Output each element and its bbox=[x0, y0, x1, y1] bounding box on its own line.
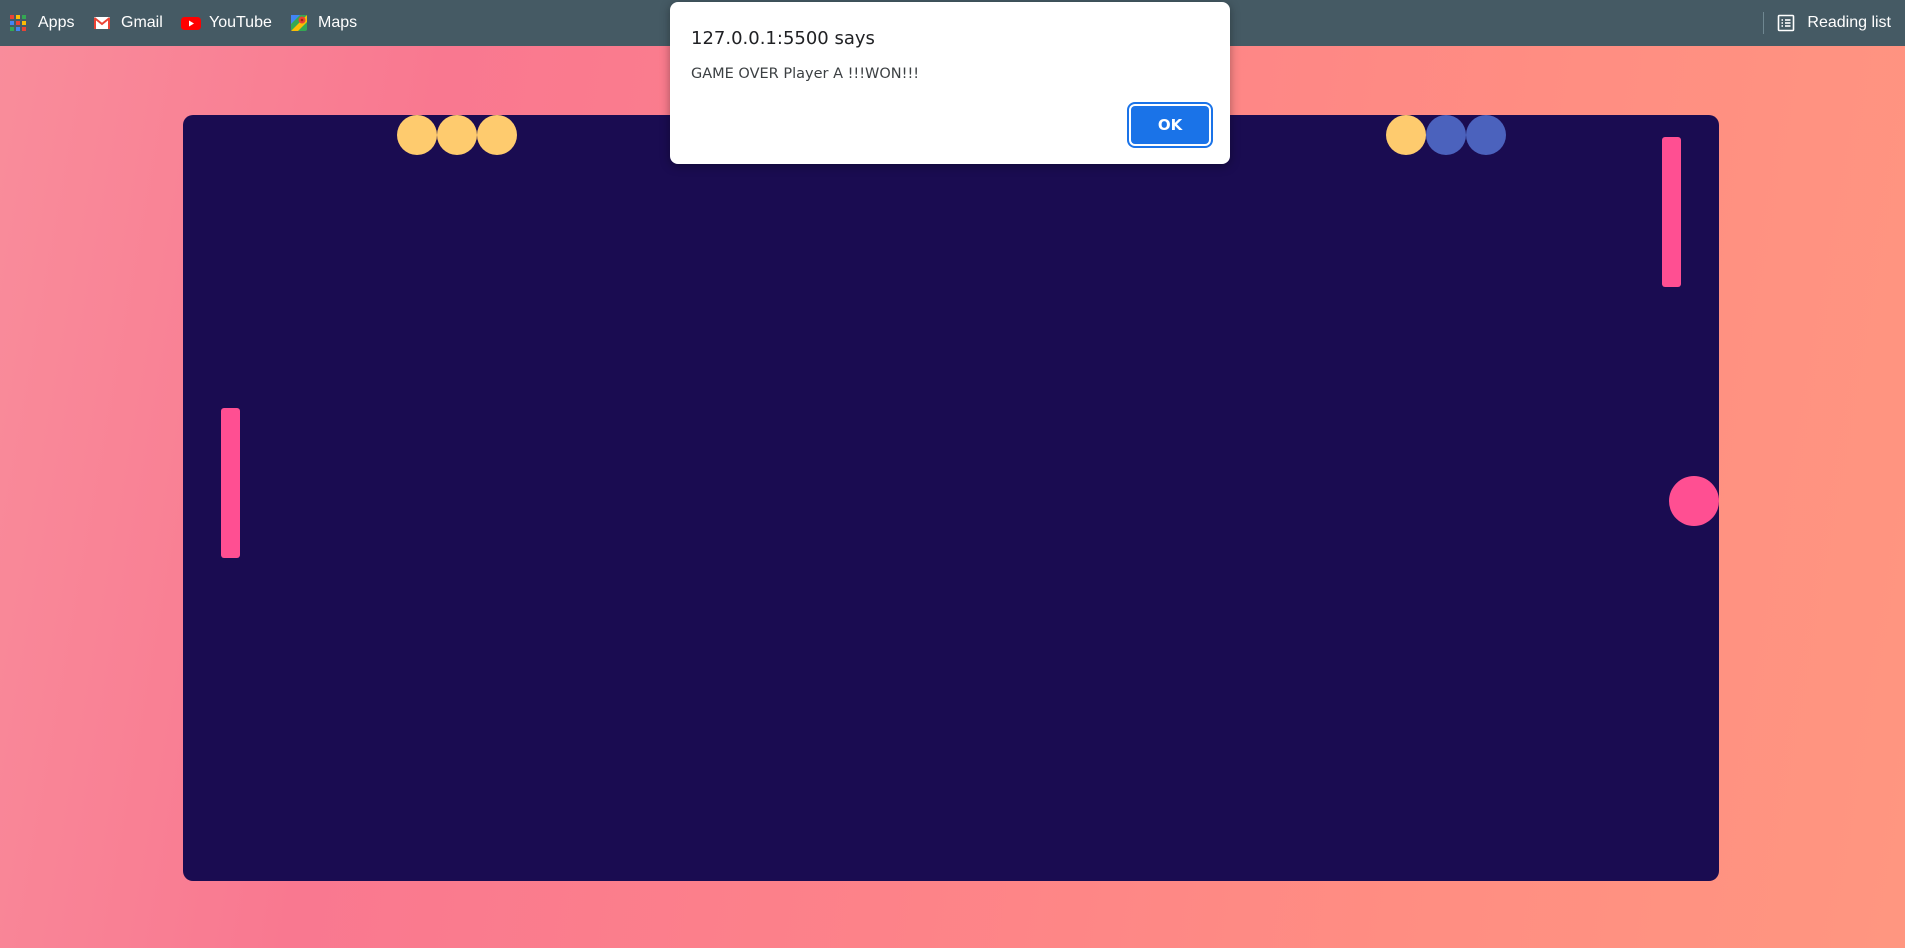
score-point bbox=[477, 115, 517, 155]
right-paddle bbox=[1662, 137, 1681, 287]
player-a-score bbox=[397, 115, 517, 155]
youtube-icon bbox=[181, 14, 201, 32]
bookmark-label: Maps bbox=[318, 14, 358, 31]
left-paddle bbox=[221, 408, 240, 558]
score-point-empty bbox=[1426, 115, 1466, 155]
score-point bbox=[1386, 115, 1426, 155]
maps-icon bbox=[290, 14, 308, 32]
ball bbox=[1669, 476, 1719, 526]
score-point bbox=[437, 115, 477, 155]
apps-grid-icon bbox=[10, 14, 28, 32]
reading-list-label: Reading list bbox=[1807, 14, 1891, 31]
reading-list-icon bbox=[1777, 14, 1795, 32]
bookmark-youtube[interactable]: YouTube bbox=[181, 0, 272, 46]
bookmark-maps[interactable]: Maps bbox=[290, 0, 357, 46]
bookmark-label: YouTube bbox=[209, 14, 272, 31]
reading-list-button[interactable]: Reading list bbox=[1763, 0, 1891, 46]
gmail-icon bbox=[93, 14, 111, 32]
score-point bbox=[397, 115, 437, 155]
dialog-origin: 127.0.0.1:5500 says bbox=[691, 28, 875, 49]
player-b-score bbox=[1386, 115, 1506, 155]
dialog-message: GAME OVER Player A !!!WON!!! bbox=[691, 66, 920, 82]
ok-button[interactable]: OK bbox=[1131, 106, 1209, 144]
bookmark-apps[interactable]: Apps bbox=[10, 0, 74, 46]
bookmark-gmail[interactable]: Gmail bbox=[93, 0, 163, 46]
alert-dialog: 127.0.0.1:5500 says GAME OVER Player A !… bbox=[670, 2, 1230, 164]
score-point-empty bbox=[1466, 115, 1506, 155]
bookmark-label: Gmail bbox=[121, 14, 163, 31]
bookmark-label: Apps bbox=[38, 14, 75, 31]
game-board bbox=[183, 115, 1719, 881]
divider bbox=[1763, 12, 1765, 34]
